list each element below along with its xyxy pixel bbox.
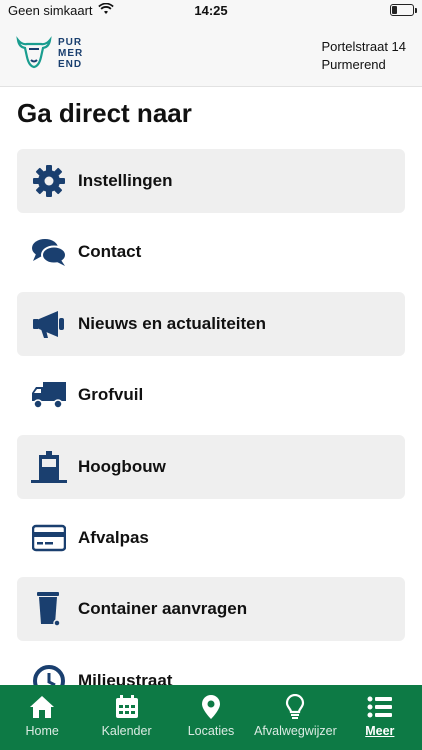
tab-label: Home <box>25 724 59 738</box>
menu-item-label: Hoogbouw <box>78 456 166 476</box>
location-pin-icon <box>198 694 224 720</box>
menu-item-instellingen[interactable]: Instellingen <box>17 149 405 213</box>
tab-label: Kalender <box>101 724 152 738</box>
logo-line-1: PUR <box>58 36 83 48</box>
menu-item-nieuws[interactable]: Nieuws en actualiteiten <box>17 291 405 356</box>
address-street: Portelstraat 14 <box>321 39 406 54</box>
tab-meer[interactable]: Meer <box>338 685 422 750</box>
tab-home[interactable]: Home <box>0 685 84 750</box>
card-icon <box>31 520 67 556</box>
menu-item-label: Contact <box>78 242 142 262</box>
megaphone-icon <box>31 306 67 342</box>
tab-label: Afvalwegwijzer <box>254 724 337 738</box>
tab-afvalwegwijzer[interactable]: Afvalwegwijzer <box>253 685 337 750</box>
menu-item-label: Afvalpas <box>78 527 149 547</box>
cow-head-icon <box>16 36 52 69</box>
address-city: Purmerend <box>321 57 386 72</box>
app-header: PUR MER END Portelstraat 14 Purmerend <box>0 22 422 87</box>
tab-kalender[interactable]: Kalender <box>84 685 168 750</box>
menu-list: Instellingen Contact Nieuws en actualite… <box>17 149 405 720</box>
bottom-tab-bar: Home Kalender Locaties Afvalwegwijzer Me… <box>0 685 422 750</box>
menu-item-label: Grofvuil <box>78 385 144 405</box>
menu-item-label: Instellingen <box>78 171 173 190</box>
logo-line-2: MER <box>58 47 84 59</box>
menu-item-grofvuil[interactable]: Grofvuil <box>17 363 405 427</box>
truck-icon <box>31 377 67 413</box>
logo-wordmark: PUR MER END <box>58 37 83 70</box>
menu-item-container[interactable]: Container aanvragen <box>17 577 405 642</box>
calendar-icon <box>114 694 140 720</box>
tab-label: Meer <box>365 724 395 738</box>
chat-icon <box>31 234 67 270</box>
menu-item-contact[interactable]: Contact <box>17 220 405 284</box>
bin-icon <box>31 591 67 628</box>
menu-item-label: Container aanvragen <box>78 599 248 619</box>
page-title: Ga direct naar <box>17 98 192 128</box>
building-icon <box>31 449 67 485</box>
menu-item-hoogbouw[interactable]: Hoogbouw <box>17 434 405 499</box>
menu-item-afvalpas[interactable]: Afvalpas <box>17 506 405 570</box>
status-time: 14:25 <box>194 3 228 18</box>
tab-locaties[interactable]: Locaties <box>169 685 253 750</box>
list-icon <box>367 694 393 720</box>
menu-item-label: Nieuws en actualiteiten <box>78 313 266 333</box>
battery-icon <box>390 4 417 16</box>
status-bar: Geen simkaart 14:25 <box>0 0 422 22</box>
logo-line-3: END <box>58 58 83 70</box>
home-icon <box>29 694 55 720</box>
tab-label: Locaties <box>187 724 235 738</box>
purmerend-logo: PUR MER END <box>16 36 83 70</box>
gear-icon <box>31 163 67 199</box>
lightbulb-icon <box>282 694 308 720</box>
address-block[interactable]: Portelstraat 14 Purmerend <box>321 38 406 74</box>
